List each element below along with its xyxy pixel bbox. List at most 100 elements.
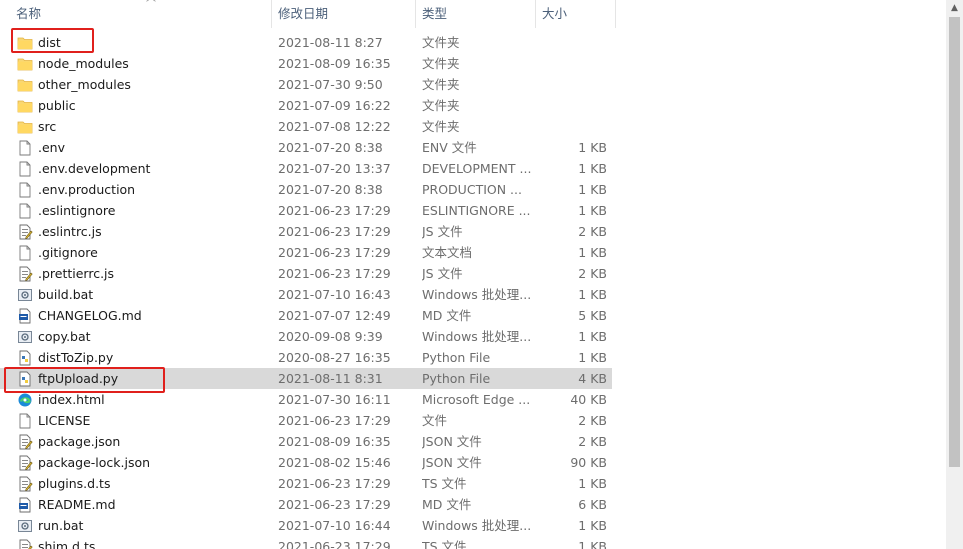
file-row[interactable]: .env.development 2021-07-20 13:37 DEVELOPM… — [0, 158, 612, 179]
file-size: 1 KB — [578, 245, 607, 260]
file-row[interactable]: package-lock.json 2021-08-02 15:46 JSON 文件… — [0, 452, 612, 473]
column-header-name-label: 名称 — [16, 6, 42, 21]
file-row[interactable]: .eslintignore 2021-06-23 17:29 ESLINTIGNOR… — [0, 200, 612, 221]
file-modified-date: 2021-07-09 16:22 — [278, 98, 391, 113]
file-size: 2 KB — [578, 413, 607, 428]
file-size: 1 KB — [578, 329, 607, 344]
file-type: MD 文件 — [422, 308, 472, 323]
file-type: JS 文件 — [422, 224, 463, 239]
column-header-type[interactable]: 类型 — [416, 0, 536, 28]
column-header-type-label: 类型 — [422, 6, 448, 21]
batch-file-icon — [17, 287, 33, 303]
file-type: JSON 文件 — [422, 455, 482, 470]
file-type: 文本文档 — [422, 245, 473, 260]
file-row[interactable]: copy.bat 2020-09-08 9:39 Windows 批处理... 1 K… — [0, 326, 612, 347]
file-size: 1 KB — [578, 350, 607, 365]
column-header-size-label: 大小 — [542, 6, 568, 21]
file-type: Python File — [422, 371, 491, 386]
file-row[interactable]: .gitignore 2021-06-23 17:29 文本文档 1 KB — [0, 242, 612, 263]
file-name: shim.d.ts — [38, 539, 96, 549]
file-row[interactable]: build.bat 2021-07-10 16:43 Windows 批处理... 1… — [0, 284, 612, 305]
file-size: 90 KB — [570, 455, 607, 470]
file-name: .eslintignore — [38, 203, 116, 218]
file-size: 2 KB — [578, 266, 607, 281]
edge-html-icon — [17, 392, 33, 408]
file-row[interactable]: distToZip.py 2020-08-27 16:35 Python File 1… — [0, 347, 612, 368]
file-size: 5 KB — [578, 308, 607, 323]
file-type: 文件夹 — [422, 56, 460, 71]
file-modified-date: 2021-07-30 9:50 — [278, 77, 383, 92]
script-file-icon — [17, 476, 33, 492]
file-name: build.bat — [38, 287, 94, 302]
file-modified-date: 2021-07-20 13:37 — [278, 161, 391, 176]
file-name: public — [38, 98, 76, 113]
file-name: plugins.d.ts — [38, 476, 111, 491]
file-row[interactable]: public 2021-07-09 16:22 文件夹 — [0, 95, 612, 116]
folder-icon — [17, 56, 33, 72]
file-type: 文件 — [422, 413, 448, 428]
file-explorer: 名称 ︿ 修改日期 类型 大小 dist2021-08-11 8:27文件夹no… — [0, 0, 963, 549]
file-modified-date: 2021-06-23 17:29 — [278, 413, 391, 428]
vertical-scrollbar[interactable]: ▲ — [946, 0, 963, 549]
file-name: node_modules — [38, 56, 129, 71]
file-type: Windows 批处理... — [422, 287, 532, 302]
file-size: 1 KB — [578, 287, 607, 302]
file-modified-date: 2021-07-20 8:38 — [278, 182, 383, 197]
file-name: src — [38, 119, 57, 134]
file-row[interactable]: plugins.d.ts 2021-06-23 17:29 TS 文件 1 KB — [0, 473, 612, 494]
file-modified-date: 2021-07-10 16:43 — [278, 287, 391, 302]
file-type: TS 文件 — [422, 539, 467, 549]
file-row[interactable]: shim.d.ts 2021-06-23 17:29 TS 文件 1 KB — [0, 536, 612, 549]
file-modified-date: 2021-08-09 16:35 — [278, 434, 391, 449]
file-type: ESLINTIGNORE ... — [422, 203, 531, 218]
column-header-name[interactable]: 名称 ︿ — [10, 0, 272, 28]
file-type: DEVELOPMENT ... — [422, 161, 532, 176]
column-divider[interactable] — [615, 0, 616, 28]
file-size: 1 KB — [578, 161, 607, 176]
column-header-size[interactable]: 大小 — [536, 0, 616, 28]
file-size — [540, 74, 607, 95]
file-modified-date: 2021-06-23 17:29 — [278, 266, 391, 281]
markdown-file-icon — [17, 308, 33, 324]
file-size: 1 KB — [578, 203, 607, 218]
scroll-thumb[interactable] — [949, 17, 960, 467]
file-type: JS 文件 — [422, 266, 463, 281]
highlight-box-dist — [11, 28, 94, 53]
file-modified-date: 2021-08-11 8:31 — [278, 371, 383, 386]
file-row[interactable]: .eslintrc.js 2021-06-23 17:29 JS 文件 2 KB — [0, 221, 612, 242]
file-row[interactable]: LICENSE 2021-06-23 17:29 文件 2 KB — [0, 410, 612, 431]
file-row[interactable]: node_modules 2021-08-09 16:35 文件夹 — [0, 53, 612, 74]
file-name: package.json — [38, 434, 121, 449]
script-file-icon — [17, 539, 33, 549]
file-row[interactable]: .env 2021-07-20 8:38 ENV 文件 1 KB — [0, 137, 612, 158]
file-row[interactable]: src 2021-07-08 12:22 文件夹 — [0, 116, 612, 137]
python-file-icon — [17, 350, 33, 366]
file-row[interactable]: CHANGELOG.md 2021-07-07 12:49 MD 文件 5 KB — [0, 305, 612, 326]
file-name: package-lock.json — [38, 455, 151, 470]
markdown-file-icon — [17, 497, 33, 513]
file-name: run.bat — [38, 518, 84, 533]
file-name: .prettierrc.js — [38, 266, 115, 281]
file-row[interactable]: run.bat 2021-07-10 16:44 Windows 批处理... 1 K… — [0, 515, 612, 536]
file-size: 4 KB — [578, 371, 607, 386]
file-row[interactable]: .env.production 2021-07-20 8:38 PRODUCTION… — [0, 179, 612, 200]
file-row[interactable]: other_modules 2021-07-30 9:50 文件夹 — [0, 74, 612, 95]
file-name: .env.production — [38, 182, 136, 197]
file-size: 40 KB — [570, 392, 607, 407]
file-row[interactable]: README.md 2021-06-23 17:29 MD 文件 6 KB — [0, 494, 612, 515]
column-header-date[interactable]: 修改日期 — [272, 0, 416, 28]
file-name: distToZip.py — [38, 350, 114, 365]
file-modified-date: 2021-06-23 17:29 — [278, 497, 391, 512]
file-size: 1 KB — [578, 140, 607, 155]
file-modified-date: 2021-08-11 8:27 — [278, 35, 383, 50]
file-row[interactable]: .prettierrc.js 2021-06-23 17:29 JS 文件 2 KB — [0, 263, 612, 284]
file-row[interactable]: package.json 2021-08-09 16:35 JSON 文件 2 KB — [0, 431, 612, 452]
file-modified-date: 2021-07-08 12:22 — [278, 119, 391, 134]
file-name: .env — [38, 140, 65, 155]
file-modified-date: 2021-07-20 8:38 — [278, 140, 383, 155]
sort-ascending-icon: ︿ — [146, 0, 156, 4]
file-modified-date: 2020-09-08 9:39 — [278, 329, 383, 344]
blank-file-icon — [17, 413, 33, 429]
column-header-date-label: 修改日期 — [278, 6, 329, 21]
scroll-up-arrow-icon[interactable]: ▲ — [946, 0, 963, 17]
